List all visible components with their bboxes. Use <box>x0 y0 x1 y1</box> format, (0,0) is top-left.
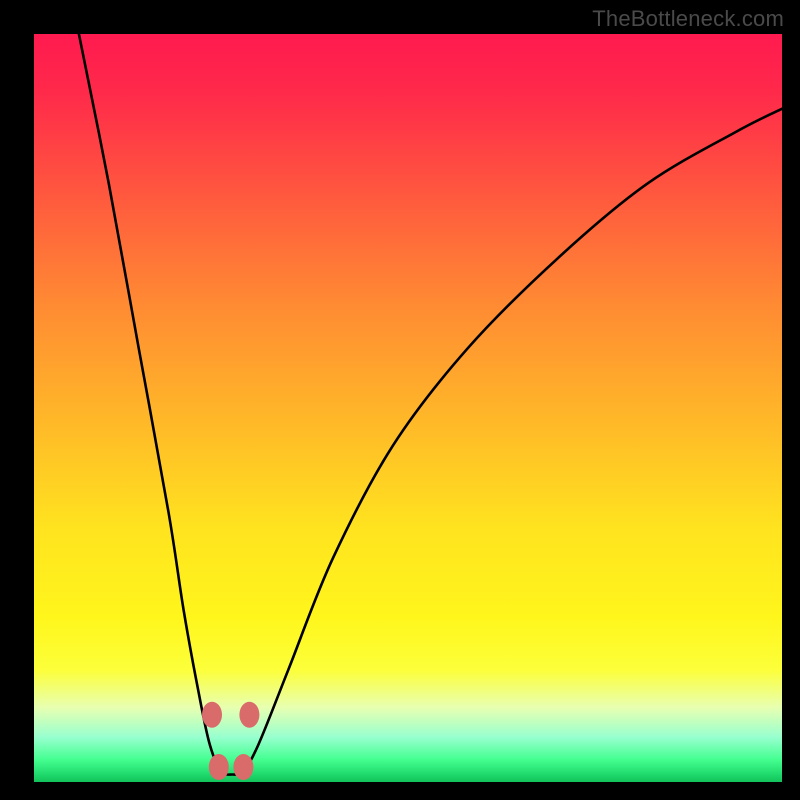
curve-marker <box>209 754 229 780</box>
curve-svg <box>34 34 782 782</box>
chart-frame: TheBottleneck.com <box>0 0 800 800</box>
marker-group <box>202 702 259 780</box>
bottleneck-curve <box>79 34 782 775</box>
curve-marker <box>239 702 259 728</box>
curve-marker <box>202 702 222 728</box>
attribution-text: TheBottleneck.com <box>592 6 784 32</box>
curve-marker <box>233 754 253 780</box>
plot-area <box>34 34 782 782</box>
